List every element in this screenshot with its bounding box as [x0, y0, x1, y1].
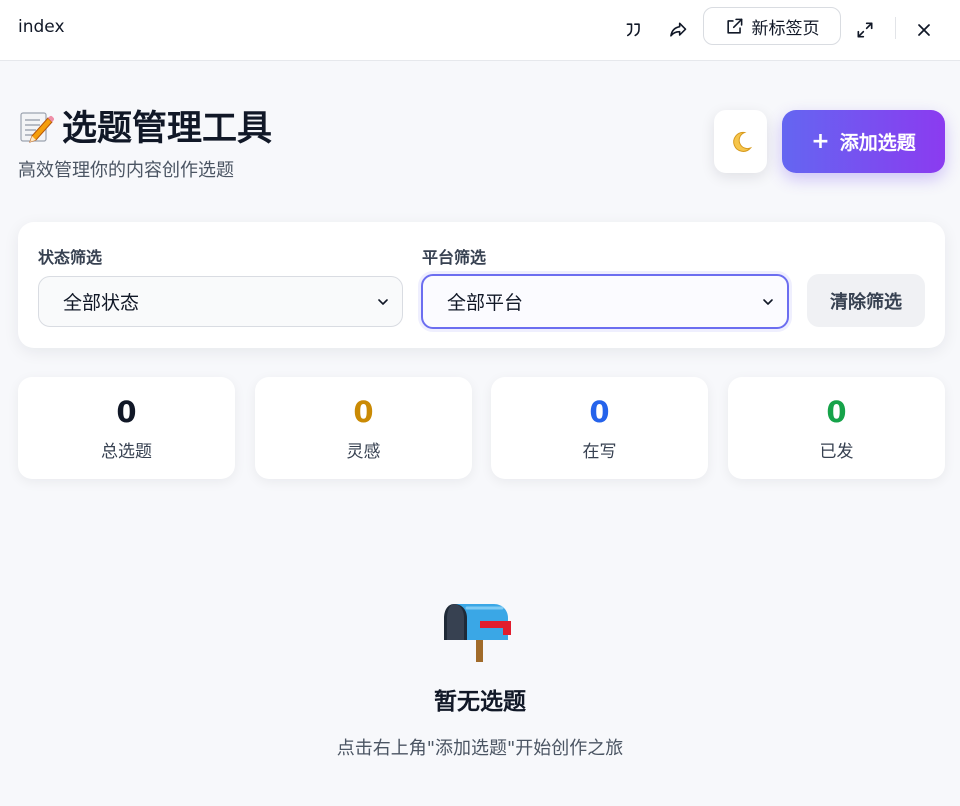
chevron-down-icon: [378, 298, 388, 305]
external-link-icon: [726, 18, 742, 34]
mailbox-icon: [444, 604, 511, 662]
stat-card-published: 0 已发: [728, 377, 945, 479]
stat-value: 0: [589, 395, 610, 429]
memo-icon: [20, 111, 54, 143]
platform-filter-label: 平台筛选: [422, 248, 487, 267]
quote-icon: [626, 23, 640, 37]
stat-card-writing: 0 在写: [491, 377, 708, 479]
empty-state-hint: 点击右上角"添加选题"开始创作之旅: [336, 738, 624, 759]
theme-toggle-button[interactable]: [714, 110, 767, 173]
stat-label: 灵感: [346, 442, 381, 462]
expand-button[interactable]: [849, 14, 881, 46]
empty-state: 暂无选题 点击右上角"添加选题"开始创作之旅: [0, 590, 960, 760]
empty-state-title: 暂无选题: [434, 689, 526, 715]
close-button[interactable]: [908, 14, 940, 46]
stat-value: 0: [353, 395, 374, 429]
stat-value: 0: [826, 395, 847, 429]
stat-label: 总选题: [101, 442, 152, 462]
add-topic-button[interactable]: + 添加选题: [782, 110, 945, 173]
quote-button[interactable]: [618, 14, 650, 46]
page-title-text: 选题管理工具: [62, 109, 273, 149]
new-tab-button[interactable]: 新标签页: [703, 7, 841, 45]
stat-card-total: 0 总选题: [18, 377, 235, 479]
clear-filter-button[interactable]: 清除筛选: [807, 274, 925, 327]
chevron-down-icon: [763, 298, 773, 305]
page-title: 选题管理工具: [18, 100, 272, 151]
page-subtitle: 高效管理你的内容创作选题: [18, 160, 234, 181]
share-icon: [670, 22, 687, 37]
new-tab-label: 新标签页: [751, 18, 820, 39]
add-topic-label: 添加选题: [839, 132, 916, 154]
platform-filter-select[interactable]: 全部平台: [421, 274, 789, 329]
platform-filter-value: 全部平台: [447, 292, 524, 314]
close-icon: [918, 24, 930, 36]
filter-panel: 状态筛选 平台筛选 全部状态 全部平台 清除筛选: [18, 222, 945, 348]
stat-card-idea: 0 灵感: [255, 377, 472, 479]
stat-value: 0: [116, 395, 137, 429]
status-filter-value: 全部状态: [63, 292, 140, 314]
topbar-divider: [895, 17, 896, 39]
window-top-bar: index 新标签页: [0, 0, 960, 61]
status-filter-label: 状态筛选: [38, 248, 103, 267]
expand-icon: [857, 22, 873, 38]
window-title: index: [18, 17, 65, 37]
plus-icon: +: [811, 128, 830, 154]
share-button[interactable]: [662, 14, 694, 46]
status-filter-select[interactable]: 全部状态: [38, 276, 403, 327]
moon-icon: [732, 131, 751, 152]
stat-label: 在写: [582, 442, 617, 462]
stat-label: 已发: [819, 442, 854, 462]
